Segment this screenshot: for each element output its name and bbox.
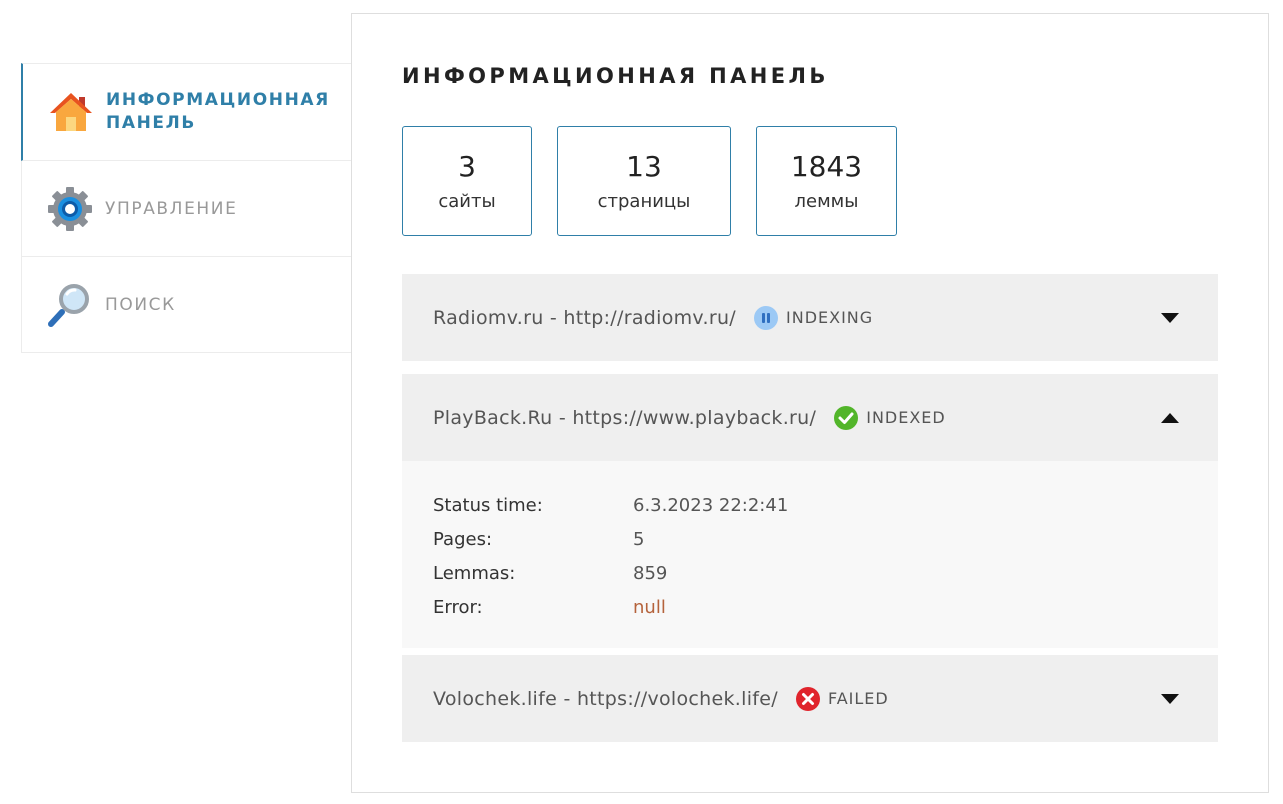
detail-value: 5: [633, 528, 645, 550]
status-badge: INDEXING: [754, 305, 874, 330]
site-header[interactable]: Radiomv.ru - http://radiomv.ru/ INDEXING: [402, 274, 1218, 361]
chevron-down-icon[interactable]: [1160, 312, 1180, 324]
site-name: PlayBack.Ru - https://www.playback.ru/: [433, 406, 817, 429]
stats-row: 3 сайты 13 страницы 1843 леммы: [402, 126, 922, 236]
status-text: INDEXED: [866, 408, 946, 427]
site-name: Volochek.life - https://volochek.life/: [433, 687, 778, 710]
stat-value: 13: [626, 150, 662, 183]
sidebar-item-label: ИНФОРМАЦИОННАЯ ПАНЕЛЬ: [106, 90, 330, 133]
magnifier-icon: [48, 283, 89, 327]
detail-value: 6.3.2023 22:2:41: [633, 494, 789, 516]
stat-card-lemmas: 1843 леммы: [756, 126, 897, 236]
status-badge: INDEXED: [834, 405, 946, 430]
sidebar: ИНФОРМАЦИОННАЯ ПАНЕЛЬ УПРАВЛЕНИЕ ПОИСК: [21, 63, 351, 353]
detail-key: Lemmas:: [433, 562, 516, 584]
chevron-down-icon[interactable]: [1160, 693, 1180, 705]
status-text: INDEXING: [786, 308, 874, 327]
x-icon: [795, 686, 820, 711]
detail-row: Lemmas: 859: [433, 556, 1187, 590]
home-icon: [50, 93, 92, 131]
stat-value: 1843: [790, 150, 863, 183]
sidebar-item-label: УПРАВЛЕНИЕ: [105, 198, 238, 219]
detail-value: null: [633, 596, 666, 618]
stat-caption: леммы: [794, 191, 859, 212]
main-panel: ИНФОРМАЦИОННАЯ ПАНЕЛЬ 3 сайты 13 страниц…: [351, 13, 1269, 793]
sidebar-item-search[interactable]: ПОИСК: [21, 257, 351, 353]
site-header[interactable]: PlayBack.Ru - https://www.playback.ru/ I…: [402, 374, 1218, 461]
detail-key: Error:: [433, 596, 483, 618]
pause-icon: [754, 305, 778, 330]
stat-value: 3: [458, 150, 476, 183]
site-item: Volochek.life - https://volochek.life/ F…: [402, 655, 1218, 742]
site-item: Radiomv.ru - http://radiomv.ru/ INDEXING: [402, 274, 1218, 361]
status-badge: FAILED: [795, 686, 889, 711]
stat-caption: сайты: [438, 191, 496, 212]
detail-row: Pages: 5: [433, 522, 1187, 556]
sidebar-item-label: ПОИСК: [105, 294, 176, 315]
sidebar-item-management[interactable]: УПРАВЛЕНИЕ: [21, 161, 351, 257]
stat-card-pages: 13 страницы: [557, 126, 731, 236]
check-icon: [834, 405, 859, 430]
detail-key: Pages:: [433, 528, 493, 550]
detail-key: Status time:: [433, 494, 543, 516]
site-header[interactable]: Volochek.life - https://volochek.life/ F…: [402, 655, 1218, 742]
stat-caption: страницы: [597, 191, 691, 212]
page-title: ИНФОРМАЦИОННАЯ ПАНЕЛЬ: [402, 64, 829, 88]
stat-card-sites: 3 сайты: [402, 126, 532, 236]
detail-value: 859: [633, 562, 668, 584]
status-text: FAILED: [827, 689, 889, 708]
chevron-up-icon[interactable]: [1160, 412, 1180, 424]
sidebar-item-dashboard[interactable]: ИНФОРМАЦИОННАЯ ПАНЕЛЬ: [21, 63, 351, 161]
detail-row: Error: null: [433, 590, 1187, 624]
gear-icon: [48, 186, 92, 231]
site-name: Radiomv.ru - http://radiomv.ru/: [433, 306, 736, 329]
site-details: Status time: 6.3.2023 22:2:41 Pages: 5 L…: [402, 461, 1218, 648]
detail-row: Status time: 6.3.2023 22:2:41: [433, 488, 1187, 522]
site-item: PlayBack.Ru - https://www.playback.ru/ I…: [402, 374, 1218, 648]
